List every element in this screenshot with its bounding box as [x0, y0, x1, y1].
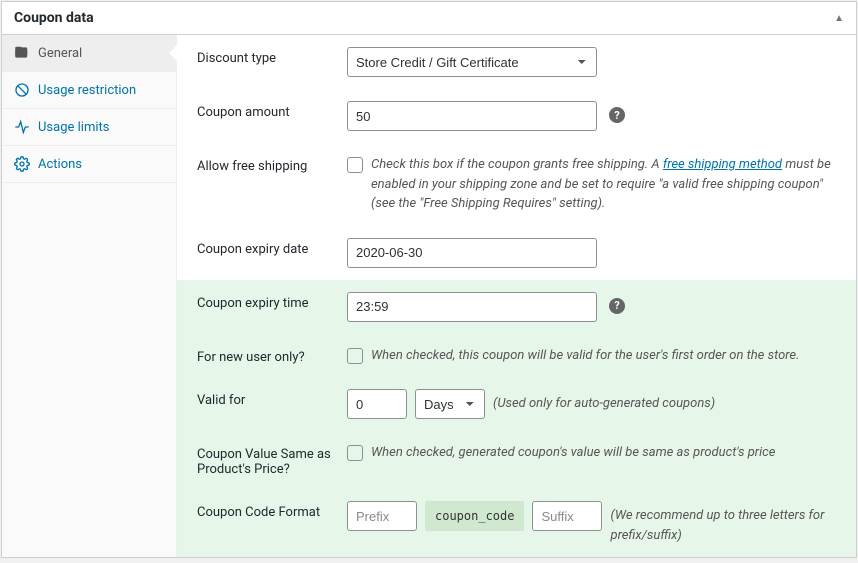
- free-shipping-desc: Check this box if the coupon grants free…: [371, 155, 836, 214]
- new-user-desc: When checked, this coupon will be valid …: [371, 346, 836, 366]
- same-price-label: Coupon Value Same as Product's Price?: [197, 443, 347, 477]
- discount-type-select[interactable]: Store Credit / Gift Certificate: [347, 47, 597, 77]
- tab-usage-limits[interactable]: Usage limits: [2, 109, 176, 146]
- panel-header[interactable]: Coupon data ▲: [2, 2, 856, 35]
- tab-label: General: [38, 46, 82, 61]
- tab-usage-restriction[interactable]: Usage restriction: [2, 72, 176, 109]
- new-user-checkbox[interactable]: [347, 348, 363, 364]
- same-price-desc: When checked, generated coupon's value w…: [371, 443, 836, 463]
- ban-icon: [14, 82, 30, 98]
- help-icon[interactable]: ?: [609, 107, 625, 123]
- free-shipping-checkbox[interactable]: [347, 157, 363, 173]
- tab-label: Usage limits: [38, 120, 109, 135]
- panel-title: Coupon data: [14, 10, 94, 26]
- code-format-label: Coupon Code Format: [197, 501, 347, 520]
- coupon-code-chip: coupon_code: [425, 501, 524, 531]
- valid-for-unit-select[interactable]: Days: [415, 389, 485, 419]
- same-price-checkbox[interactable]: [347, 445, 363, 461]
- valid-for-label: Valid for: [197, 389, 347, 408]
- tab-label: Actions: [38, 157, 82, 172]
- discount-type-label: Discount type: [197, 47, 347, 66]
- collapse-icon[interactable]: ▲: [834, 13, 844, 24]
- gear-icon: [14, 156, 30, 172]
- tab-general[interactable]: General: [2, 35, 176, 72]
- tab-content: Discount type Store Credit / Gift Certif…: [177, 35, 856, 557]
- valid-for-desc: (Used only for auto-generated coupons): [493, 389, 715, 414]
- code-format-desc: (We recommend up to three letters for pr…: [610, 501, 836, 545]
- activity-icon: [14, 119, 30, 135]
- new-user-label: For new user only?: [197, 346, 347, 365]
- expiry-date-input[interactable]: [347, 238, 597, 268]
- tabs-sidebar: General Usage restriction Usage limits A…: [2, 35, 177, 557]
- free-shipping-label: Allow free shipping: [197, 155, 347, 174]
- tag-icon: [14, 45, 30, 61]
- tab-label: Usage restriction: [38, 83, 136, 98]
- expiry-time-input[interactable]: [347, 292, 597, 322]
- valid-for-input[interactable]: [347, 389, 407, 419]
- expiry-time-label: Coupon expiry time: [197, 292, 347, 311]
- prefix-input[interactable]: [347, 501, 417, 531]
- tab-actions[interactable]: Actions: [2, 146, 176, 183]
- suffix-input[interactable]: [532, 501, 602, 531]
- coupon-amount-input[interactable]: [347, 101, 597, 131]
- expiry-date-label: Coupon expiry date: [197, 238, 347, 257]
- coupon-data-panel: Coupon data ▲ General Usage restriction: [1, 1, 857, 558]
- free-shipping-link[interactable]: free shipping method: [663, 157, 782, 172]
- coupon-amount-label: Coupon amount: [197, 101, 347, 120]
- help-icon[interactable]: ?: [609, 298, 625, 314]
